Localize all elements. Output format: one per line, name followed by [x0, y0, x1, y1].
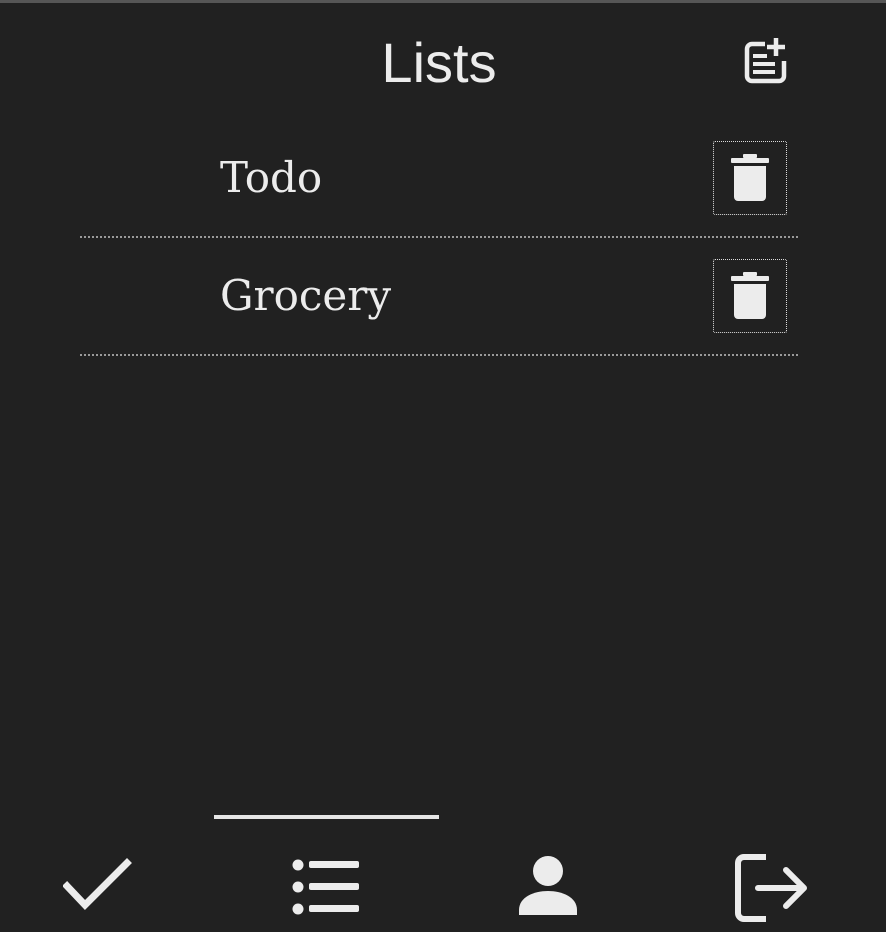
nav-tab-profile[interactable] [439, 845, 657, 932]
list-item-grocery[interactable]: Grocery [80, 238, 798, 356]
logout-icon [734, 854, 807, 922]
list-icon [292, 859, 359, 915]
add-list-button[interactable] [736, 30, 798, 90]
person-icon [519, 856, 577, 915]
checkmark-icon [63, 858, 132, 911]
trash-icon [731, 154, 769, 201]
delete-list-button[interactable] [713, 259, 787, 333]
delete-list-button[interactable] [713, 141, 787, 215]
nav-tab-logout[interactable] [657, 845, 886, 932]
nav-tab-lists[interactable] [214, 845, 439, 932]
list-item-label[interactable]: Grocery [220, 268, 391, 324]
list-item-todo[interactable]: Todo [80, 120, 798, 238]
top-border [0, 0, 886, 3]
active-tab-indicator [214, 815, 439, 819]
trash-icon [731, 272, 769, 319]
note-add-icon [744, 38, 787, 84]
app-window: Lists Todo Grocery [0, 0, 886, 932]
nav-tab-done[interactable] [0, 845, 196, 932]
list-item-label[interactable]: Todo [220, 150, 322, 206]
